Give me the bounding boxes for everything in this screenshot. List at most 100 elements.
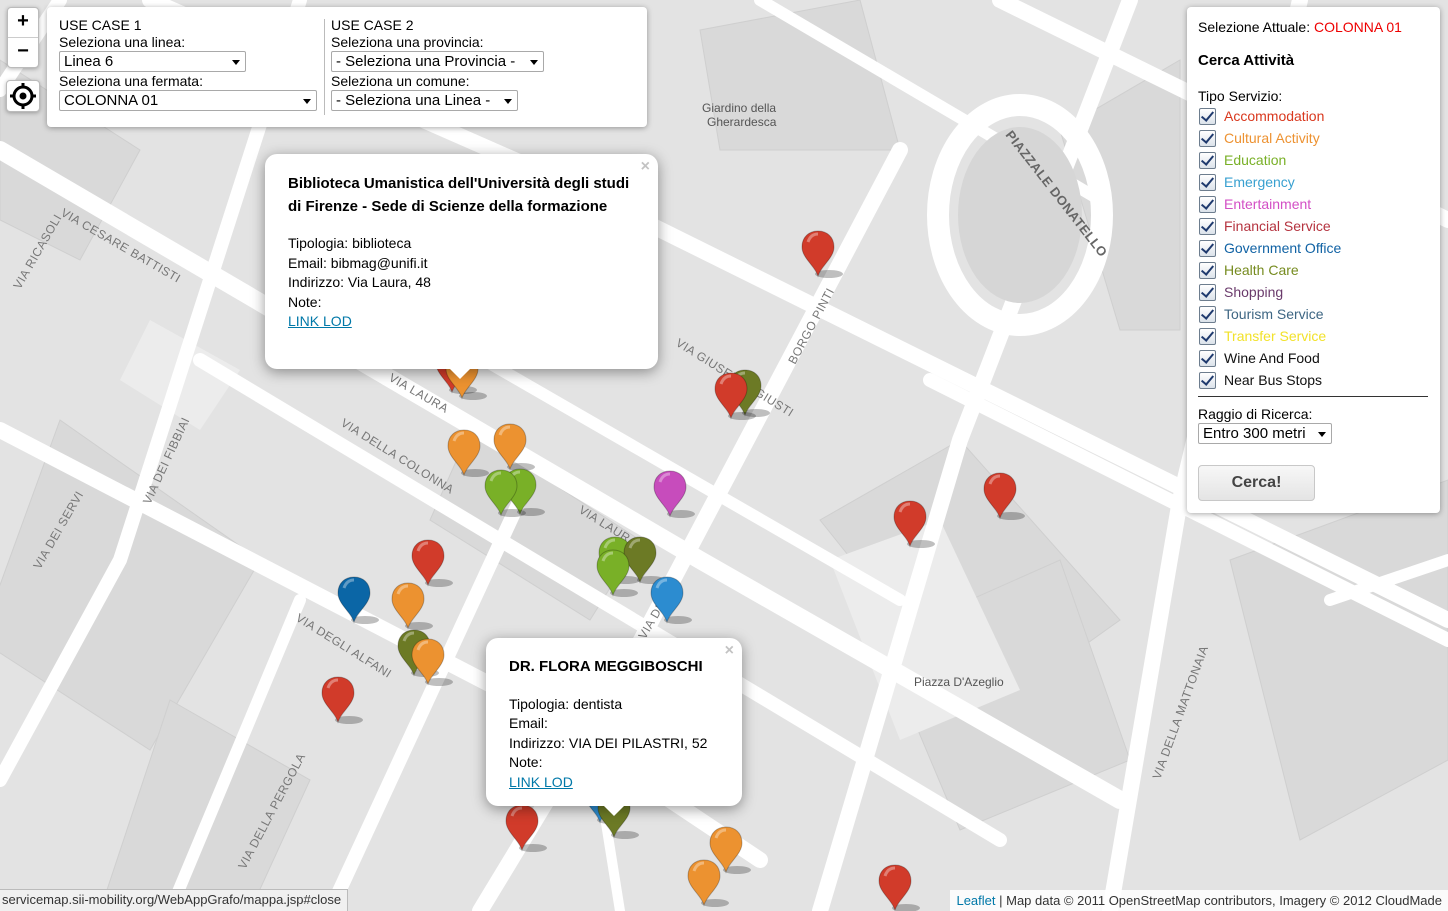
- use-case-2: USE CASE 2 Seleziona una provincia: - Se…: [331, 17, 571, 112]
- service-type-item[interactable]: Wine And Food: [1199, 347, 1341, 369]
- panel-divider: [324, 19, 325, 115]
- service-checkbox[interactable]: [1199, 195, 1216, 213]
- radius-select-value: Entro 300 metri: [1203, 425, 1306, 442]
- service-type-item[interactable]: Entertainment: [1199, 193, 1341, 215]
- zoom-control: + −: [7, 7, 39, 68]
- service-label: Government Office: [1224, 240, 1342, 256]
- service-checkbox[interactable]: [1199, 371, 1216, 389]
- map-marker-education[interactable]: [596, 549, 642, 599]
- service-checkbox[interactable]: [1199, 327, 1216, 345]
- service-checkbox[interactable]: [1199, 173, 1216, 191]
- map-marker-accommodation[interactable]: [801, 230, 847, 280]
- map-marker-education[interactable]: [484, 469, 530, 519]
- map-marker-accommodation[interactable]: [983, 472, 1029, 522]
- map-marker-accommodation[interactable]: [714, 372, 760, 422]
- service-label: Shopping: [1224, 284, 1284, 300]
- province-select[interactable]: - Seleziona una Provincia -: [331, 51, 544, 72]
- popup-tip: [603, 805, 625, 816]
- service-checkbox[interactable]: [1199, 349, 1216, 367]
- popup-note: Note:: [509, 754, 543, 770]
- place-label-giardino-1: Giardino della: [702, 101, 776, 115]
- service-type-item[interactable]: Health Care: [1199, 259, 1341, 281]
- radius-select[interactable]: Entro 300 metri: [1198, 423, 1332, 444]
- search-button[interactable]: Cerca!: [1198, 465, 1315, 501]
- place-label-azeglio: Piazza D'Azeglio: [914, 675, 1004, 689]
- close-icon[interactable]: ×: [641, 158, 650, 176]
- service-type-item[interactable]: Shopping: [1199, 281, 1341, 303]
- popup-indirizzo: Indirizzo: Via Laura, 48: [288, 274, 431, 290]
- service-checkbox[interactable]: [1199, 283, 1216, 301]
- stop-select-value: COLONNA 01: [64, 92, 159, 109]
- service-label: Transfer Service: [1224, 328, 1327, 344]
- use-case-1-title: USE CASE 1: [59, 17, 142, 33]
- service-checkbox[interactable]: [1199, 217, 1216, 235]
- popup-tip: [449, 368, 471, 379]
- popup-tipologia: Tipologia: dentista: [509, 695, 623, 712]
- map-marker-accommodation[interactable]: [878, 864, 924, 911]
- service-type-item[interactable]: Near Bus Stops: [1199, 369, 1341, 391]
- map-marker-cultural[interactable]: [391, 582, 437, 632]
- popup-tipologia: Tipologia: biblioteca: [288, 235, 412, 251]
- service-type-item[interactable]: Tourism Service: [1199, 303, 1341, 325]
- map-marker-cultural[interactable]: [493, 423, 539, 473]
- current-selection-value: COLONNA 01: [1313, 19, 1402, 35]
- popup-link-lod[interactable]: LINK LOD: [509, 773, 722, 793]
- crosshair-icon: [10, 83, 36, 109]
- search-title: Cerca Attività: [1198, 52, 1295, 69]
- place-label-giardino-2: Gherardesca: [707, 115, 777, 129]
- province-select-value: - Seleziona una Provincia -: [336, 53, 516, 70]
- zoom-out-button[interactable]: −: [8, 37, 38, 67]
- map-marker-accommodation[interactable]: [321, 676, 367, 726]
- map-marker-accommodation[interactable]: [505, 804, 551, 854]
- popup-email: Email:: [509, 715, 548, 731]
- popup-email: Email: bibmag@unifi.it: [288, 254, 428, 271]
- divider: [1198, 396, 1428, 397]
- map-marker-entertainment[interactable]: [653, 470, 699, 520]
- use-case-panel: USE CASE 1 Seleziona una linea: Linea 6 …: [47, 7, 647, 127]
- service-checkbox[interactable]: [1199, 239, 1216, 257]
- service-checkbox[interactable]: [1199, 261, 1216, 279]
- service-type-item[interactable]: Education: [1199, 149, 1341, 171]
- comune-select-label: Seleziona un comune:: [331, 73, 470, 89]
- chevron-down-icon: [303, 99, 311, 104]
- locate-button[interactable]: [6, 80, 40, 112]
- attribution-text: | Map data © 2011 OpenStreetMap contribu…: [995, 893, 1442, 908]
- map-marker-cultural[interactable]: [411, 638, 457, 688]
- service-label: Cultural Activity: [1224, 130, 1320, 146]
- zoom-in-button[interactable]: +: [8, 8, 38, 37]
- browser-status-url: servicemap.sii-mobility.org/WebAppGrafo/…: [0, 889, 349, 911]
- leaflet-link[interactable]: Leaflet: [956, 893, 995, 908]
- chevron-down-icon: [1318, 432, 1326, 437]
- service-type-item[interactable]: Accommodation: [1199, 105, 1341, 127]
- service-checkbox[interactable]: [1199, 151, 1216, 169]
- service-checkbox[interactable]: [1199, 107, 1216, 125]
- service-type-item[interactable]: Emergency: [1199, 171, 1341, 193]
- chevron-down-icon: [232, 60, 240, 65]
- service-type-label: Tipo Servizio:: [1198, 88, 1283, 104]
- current-selection-label: Selezione Attuale:: [1198, 19, 1311, 35]
- line-select[interactable]: Linea 6: [59, 51, 246, 72]
- stop-select[interactable]: COLONNA 01: [59, 90, 317, 111]
- popup-title: Biblioteca Umanistica dell'Università de…: [288, 175, 630, 215]
- close-icon[interactable]: ×: [725, 642, 734, 660]
- map-marker-government[interactable]: [337, 576, 383, 626]
- map-marker-emergency[interactable]: [650, 576, 696, 626]
- service-label: Entertainment: [1224, 196, 1312, 212]
- service-label: Education: [1224, 152, 1287, 168]
- comune-select-value: - Seleziona una Linea -: [336, 92, 491, 109]
- map-marker-accommodation[interactable]: [893, 500, 939, 550]
- popup-link-lod[interactable]: LINK LOD: [288, 312, 636, 332]
- service-type-item[interactable]: Financial Service: [1199, 215, 1341, 237]
- service-checkbox[interactable]: [1199, 305, 1216, 323]
- poi-popup-library: × Biblioteca Umanistica dell'Università …: [265, 154, 658, 379]
- poi-popup-dentist: × DR. FLORA MEGGIBOSCHI Tipologia: denti…: [486, 638, 742, 816]
- stop-select-label: Seleziona una fermata:: [59, 73, 203, 89]
- service-checkbox[interactable]: [1199, 129, 1216, 147]
- service-type-item[interactable]: Transfer Service: [1199, 325, 1341, 347]
- use-case-2-title: USE CASE 2: [331, 17, 414, 33]
- service-label: Accommodation: [1224, 108, 1325, 124]
- comune-select[interactable]: - Seleziona una Linea -: [331, 90, 518, 111]
- service-type-item[interactable]: Government Office: [1199, 237, 1341, 259]
- service-type-item[interactable]: Cultural Activity: [1199, 127, 1341, 149]
- map-marker-cultural[interactable]: [687, 859, 733, 909]
